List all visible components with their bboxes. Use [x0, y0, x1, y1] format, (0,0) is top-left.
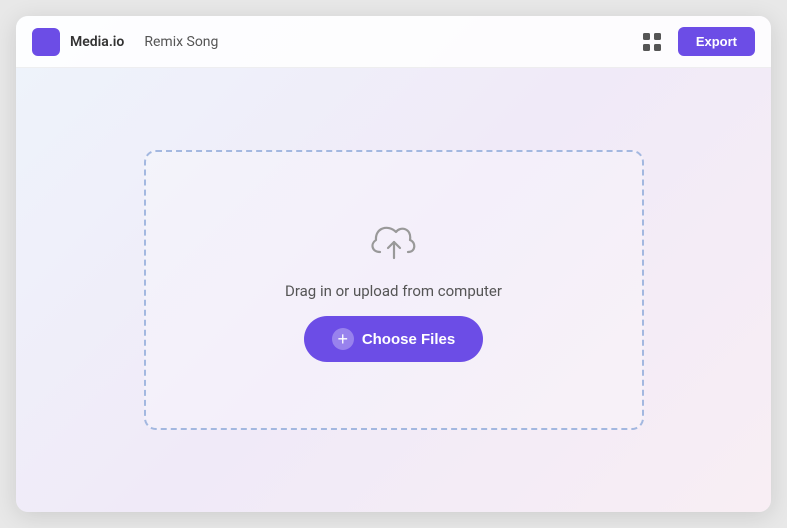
page-title: Remix Song	[144, 34, 218, 50]
titlebar: Media.io Remix Song Export	[16, 16, 771, 68]
upload-icon-wrapper	[366, 218, 422, 266]
plus-icon: +	[332, 328, 354, 350]
grid-icon	[643, 33, 661, 51]
cloud-upload-icon	[366, 218, 422, 266]
export-button[interactable]: Export	[678, 27, 755, 56]
app-window: Media.io Remix Song Export	[16, 16, 771, 512]
grid-icon-button[interactable]	[636, 26, 668, 58]
main-content: Drag in or upload from computer + Choose…	[16, 68, 771, 512]
titlebar-actions: Export	[636, 26, 755, 58]
drag-text: Drag in or upload from computer	[285, 282, 502, 300]
drop-zone[interactable]: Drag in or upload from computer + Choose…	[144, 150, 644, 430]
app-name: Media.io	[70, 34, 124, 50]
app-logo	[32, 28, 60, 56]
choose-files-button[interactable]: + Choose Files	[304, 316, 483, 362]
choose-files-label: Choose Files	[362, 331, 455, 348]
